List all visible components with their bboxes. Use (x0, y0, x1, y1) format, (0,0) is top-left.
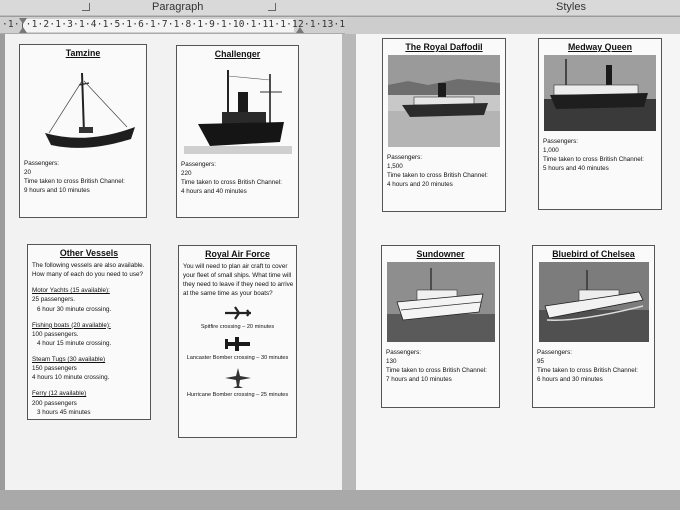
card-bluebird-of-chelsea[interactable]: Bluebird of Chelsea Passengers: 95 Time … (532, 245, 655, 408)
card-royal-daffodil[interactable]: The Royal Daffodil Passengers: 1,500 Tim… (382, 38, 506, 212)
paragraph-group-label: Paragraph (152, 1, 204, 13)
vessel-detail: 6 hour 30 minute crossing. (37, 305, 112, 313)
vessel-heading: Ferry (12 available) (32, 390, 87, 398)
passengers-label: Passengers: (386, 349, 422, 357)
card-medway-queen[interactable]: Medway Queen Passengers: 1,000 Time take… (538, 38, 662, 210)
time-value: 6 hours and 30 minutes (537, 376, 603, 384)
first-line-indent-marker[interactable] (19, 18, 27, 24)
passengers-value: 220 (181, 170, 192, 178)
vessel-detail: 25 passengers. (32, 296, 76, 304)
time-label: Time taken to cross British Channel: (181, 179, 282, 187)
instruction-line: your fleet of small ships. What time wil… (183, 272, 292, 280)
styles-group-label: Styles (556, 1, 586, 13)
instruction-line: at the same time as your boats? (183, 290, 273, 298)
time-label: Time taken to cross British Channel: (537, 367, 638, 375)
paddle-steamer-image (544, 55, 656, 132)
paddle-steamer-image (388, 55, 500, 148)
card-title: Bluebird of Chelsea (552, 249, 635, 259)
lancaster-bomber-icon (224, 336, 250, 351)
intro-line: How many of each do you need to use? (32, 271, 143, 279)
passengers-label: Passengers: (181, 161, 217, 169)
time-label: Time taken to cross British Channel: (24, 178, 125, 186)
passengers-value: 20 (24, 169, 32, 177)
passengers-label: Passengers: (387, 154, 423, 162)
card-title: Royal Air Force (205, 249, 270, 259)
time-value: 4 hours and 20 minutes (387, 181, 453, 189)
right-indent-marker[interactable] (296, 27, 304, 33)
card-royal-air-force[interactable]: Royal Air Force You will need to plan ai… (178, 245, 297, 438)
vessel-detail: 200 passengers (32, 399, 77, 407)
vessel-detail: 4 hours 10 minute crossing. (32, 374, 110, 382)
card-tamzine[interactable]: Tamzine Passengers: 20 Time taken to cro… (19, 44, 147, 218)
time-label: Time taken to cross British Channel: (543, 156, 644, 164)
vessel-detail: 150 passengers (32, 365, 77, 373)
spitfire-icon (224, 305, 251, 320)
instruction-line: they need to leave if they need to arriv… (183, 281, 294, 289)
card-title: Medway Queen (567, 42, 633, 52)
time-value: 4 hours and 40 minutes (181, 188, 247, 196)
passengers-value: 95 (537, 358, 545, 366)
card-title: Tamzine (65, 48, 101, 58)
vessel-heading: Fishing boats (20 available): (32, 321, 111, 329)
passengers-label: Passengers: (543, 138, 579, 146)
hurricane-caption: Hurricane Bomber crossing – 25 minutes (186, 391, 289, 398)
horizontal-ruler[interactable]: ·1·|·1·2·1·3·1·4·1·5·1·6·1·7·1·8·1·9·1·1… (0, 17, 475, 34)
passengers-value: 130 (386, 358, 397, 366)
spitfire-caption: Spitfire crossing – 20 minutes (200, 323, 275, 330)
passengers-label: Passengers: (537, 349, 573, 357)
time-label: Time taken to cross British Channel: (386, 367, 487, 375)
card-title: Challenger (214, 49, 261, 59)
intro-line: The following vessels are also available… (32, 262, 145, 270)
instruction-line: You will need to plan air craft to cover (183, 263, 288, 271)
steam-tug-image (183, 62, 292, 155)
vessel-detail: 3 hours 45 minutes (37, 408, 91, 416)
card-other-vessels[interactable]: Other Vessels The following vessels are … (27, 244, 151, 420)
time-value: 9 hours and 10 minutes (24, 187, 90, 195)
hurricane-icon (224, 367, 251, 388)
card-sundowner[interactable]: Sundowner Passengers: 130 Time taken to … (381, 245, 500, 408)
card-title: The Royal Daffodil (405, 42, 483, 52)
card-title: Sundowner (416, 249, 465, 259)
passengers-value: 1,500 (387, 163, 403, 171)
paragraph-dialog-launcher-icon[interactable] (268, 3, 276, 11)
left-indent-marker[interactable] (19, 27, 27, 33)
time-value: 5 hours and 40 minutes (543, 165, 609, 173)
card-title: Other Vessels (59, 248, 119, 258)
page-gutter (342, 34, 356, 510)
dialog-launcher-icon[interactable] (82, 3, 90, 11)
ribbon-group-bar: Paragraph Styles (0, 0, 680, 16)
time-value: 7 hours and 10 minutes (386, 376, 452, 384)
vessel-heading: Steam Tugs (30 available) (32, 356, 106, 364)
sailing-boat-image (27, 61, 139, 154)
card-challenger[interactable]: Challenger Passengers: 220 Time taken to… (176, 45, 299, 218)
vessel-detail: 4 hour 15 minute crossing. (37, 339, 112, 347)
motor-yacht-image (386, 262, 495, 343)
passengers-label: Passengers: (24, 160, 60, 168)
passengers-value: 1,000 (543, 147, 559, 155)
vessel-heading: Motor Yachts (15 available): (32, 287, 110, 295)
status-area (0, 490, 680, 510)
ruler-empty-area (345, 17, 680, 34)
lancaster-caption: Lancaster Bomber crossing – 30 minutes (186, 354, 289, 361)
time-label: Time taken to cross British Channel: (387, 172, 488, 180)
vessel-detail: 100 passengers. (32, 330, 79, 338)
motor-yacht-image (538, 262, 649, 343)
